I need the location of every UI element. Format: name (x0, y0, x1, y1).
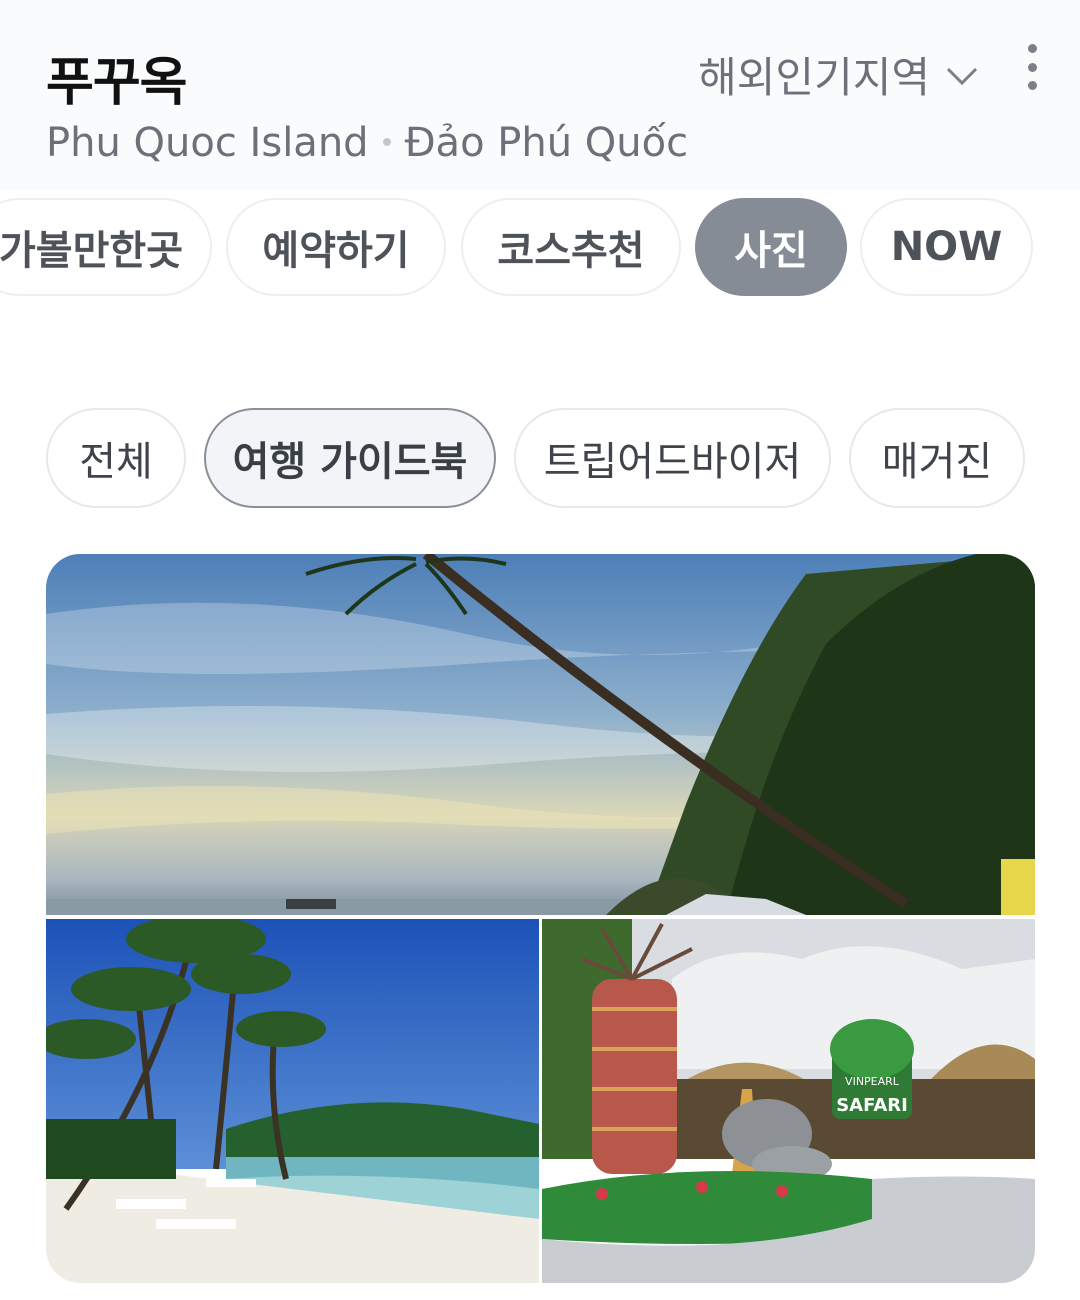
header: 푸꾸옥 해외인기지역 Phu Quoc Island Đảo Phú Quốc (0, 0, 1080, 190)
region-label: 해외인기지역 (698, 53, 930, 102)
more-options-icon[interactable] (1020, 44, 1044, 90)
subtitle-english: Phu Quoc Island (46, 120, 369, 166)
photo-beach-sunset[interactable] (46, 554, 1035, 915)
filter-tripadvisor[interactable]: 트립어드바이저 (514, 408, 831, 508)
photo-white-sand-beach[interactable] (46, 919, 539, 1283)
sign-text-safari: SAFARI (836, 1095, 908, 1116)
filter-magazine[interactable]: 매거진 (849, 408, 1025, 508)
page-title: 푸꾸옥 (46, 53, 188, 113)
subtitle: Phu Quoc Island Đảo Phú Quốc (46, 120, 688, 166)
photo-gallery: VINPEARL SAFARI (46, 554, 1035, 1283)
tab-bar: 가볼만한곳 예약하기 코스추천 사진 NOW (0, 198, 1080, 298)
photo-vinpearl-safari[interactable]: VINPEARL SAFARI (542, 919, 1035, 1283)
subtitle-vietnamese: Đảo Phú Quốc (404, 120, 689, 166)
filter-chips: 전체 여행 가이드북 트립어드바이저 매거진 (0, 408, 1080, 510)
filter-travel-guidebook[interactable]: 여행 가이드북 (204, 408, 496, 508)
tab-booking[interactable]: 예약하기 (226, 198, 446, 296)
separator-dot (382, 138, 391, 146)
tab-photos[interactable]: 사진 (695, 198, 847, 296)
filter-all[interactable]: 전체 (46, 408, 186, 508)
tab-now[interactable]: NOW (860, 198, 1033, 296)
sign-text-vinpearl: VINPEARL (845, 1075, 900, 1088)
tab-attractions[interactable]: 가볼만한곳 (0, 198, 212, 296)
chevron-down-icon (946, 67, 978, 85)
tab-course[interactable]: 코스추천 (461, 198, 681, 296)
region-dropdown[interactable]: 해외인기지역 (698, 44, 980, 105)
